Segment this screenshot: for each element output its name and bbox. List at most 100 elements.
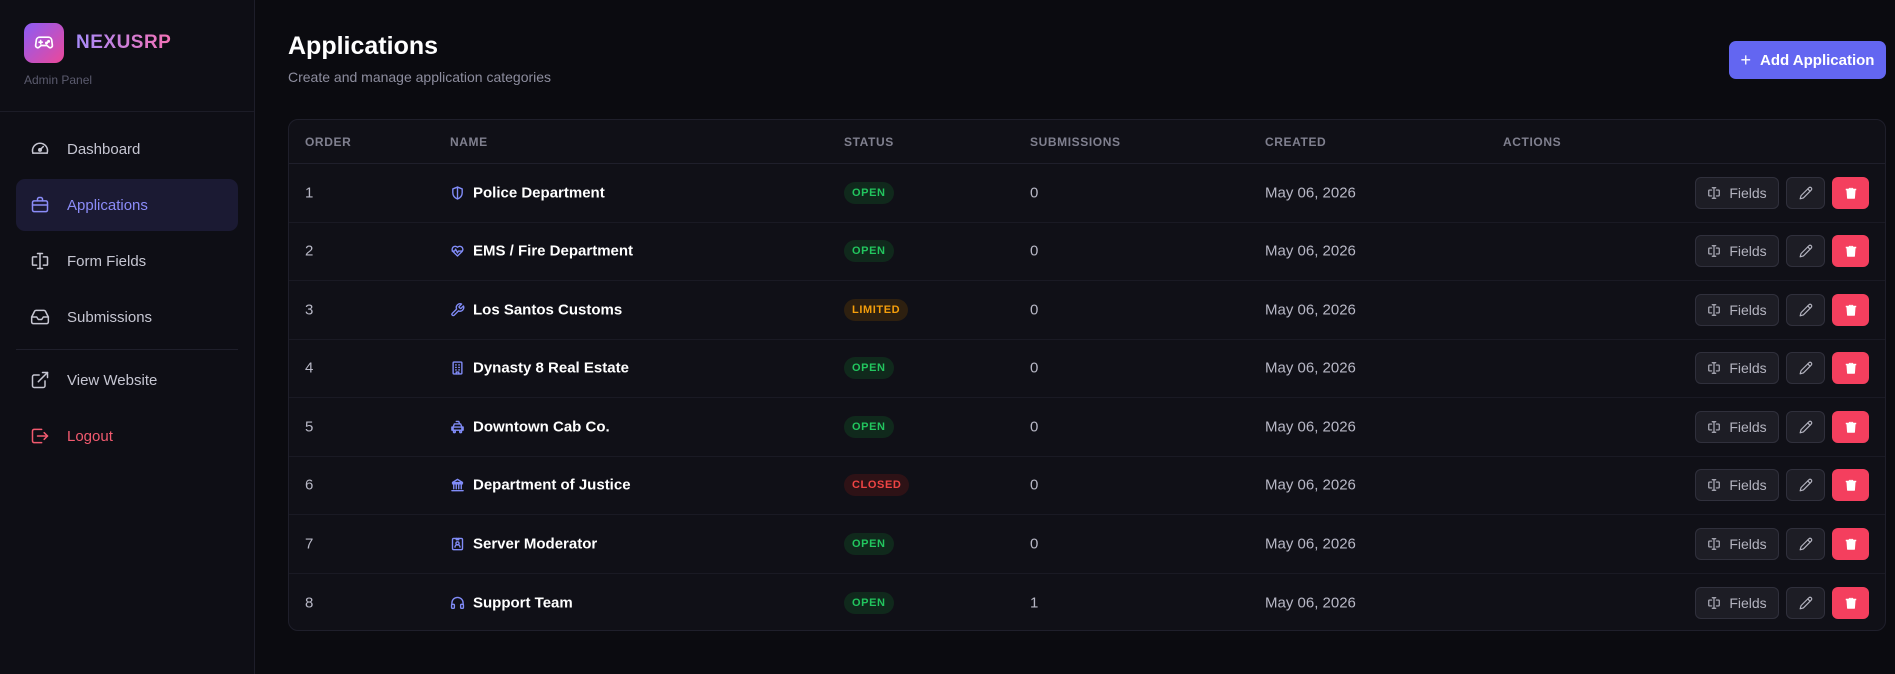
row-status: OPEN bbox=[844, 357, 894, 380]
row-order: 7 bbox=[305, 535, 314, 553]
edit-button[interactable] bbox=[1786, 235, 1825, 268]
column-header-status: STATUS bbox=[844, 135, 894, 149]
row-name-label: Downtown Cab Co. bbox=[473, 418, 610, 436]
pencil-icon bbox=[1799, 596, 1812, 610]
pencil-icon bbox=[1799, 303, 1812, 317]
fields-button[interactable]: Fields bbox=[1695, 293, 1779, 326]
delete-button[interactable] bbox=[1832, 293, 1869, 326]
row-submissions: 1 bbox=[1030, 594, 1039, 612]
trash-icon bbox=[1845, 246, 1856, 257]
trash-icon bbox=[1845, 538, 1856, 550]
sidebar: NEXUSRP Admin Panel Dashboard Applicatio… bbox=[0, 0, 255, 674]
logout-icon bbox=[31, 428, 49, 444]
row-order: 1 bbox=[305, 184, 314, 202]
row-submissions: 0 bbox=[1030, 242, 1039, 260]
form-input-icon bbox=[1708, 186, 1721, 199]
row-status: OPEN bbox=[844, 415, 894, 438]
edit-button[interactable] bbox=[1786, 352, 1825, 385]
fields-button[interactable]: Fields bbox=[1695, 586, 1779, 619]
fields-button[interactable]: Fields bbox=[1695, 410, 1779, 443]
row-created: May 06, 2026 bbox=[1265, 594, 1356, 612]
building-icon bbox=[452, 361, 463, 375]
row-status: OPEN bbox=[844, 591, 894, 614]
delete-button[interactable] bbox=[1832, 235, 1869, 268]
row-submissions: 0 bbox=[1030, 418, 1039, 436]
row-name-label: Police Department bbox=[473, 184, 605, 202]
sidebar-item-view-website[interactable]: View Website bbox=[16, 354, 238, 406]
edit-button[interactable] bbox=[1786, 293, 1825, 326]
add-application-button[interactable]: + Add Application bbox=[1729, 41, 1886, 79]
table-row: 1 Police Department OPEN 0 May 06, 2026 Field… bbox=[289, 164, 1885, 223]
edit-button[interactable] bbox=[1786, 469, 1825, 502]
status-badge: CLOSED bbox=[844, 474, 910, 497]
table-row: 7 Server Moderator OPEN 0 May 06, 2026 Fields bbox=[289, 515, 1885, 574]
fields-button[interactable]: Fields bbox=[1695, 527, 1779, 560]
trash-icon bbox=[1845, 480, 1856, 491]
sidebar-item-logout[interactable]: Logout bbox=[16, 410, 238, 462]
edit-button[interactable] bbox=[1786, 176, 1825, 209]
table-header: ORDER NAME STATUS SUBMISSIONS CREATED AC… bbox=[289, 120, 1885, 164]
table-row: 8 Support Team OPEN 1 May 06, 2026 Fields bbox=[289, 574, 1885, 631]
delete-button[interactable] bbox=[1832, 469, 1869, 502]
status-badge: OPEN bbox=[844, 415, 894, 438]
sidebar-item-applications[interactable]: Applications bbox=[16, 179, 238, 231]
pencil-icon bbox=[1799, 537, 1812, 551]
row-order: 2 bbox=[305, 242, 314, 260]
delete-button[interactable] bbox=[1832, 527, 1869, 560]
edit-button[interactable] bbox=[1786, 410, 1825, 443]
form-input-icon bbox=[31, 252, 49, 270]
row-name: Support Team bbox=[450, 594, 573, 611]
row-name-label: Department of Justice bbox=[473, 476, 631, 494]
row-name: Los Santos Customs bbox=[450, 301, 622, 318]
delete-button[interactable] bbox=[1832, 352, 1869, 385]
status-badge: LIMITED bbox=[844, 298, 909, 321]
row-submissions: 0 bbox=[1030, 301, 1039, 319]
row-status: OPEN bbox=[844, 240, 894, 263]
pencil-icon bbox=[1799, 361, 1812, 375]
delete-button[interactable] bbox=[1832, 176, 1869, 209]
inbox-icon bbox=[30, 309, 50, 325]
table-row: 6 Department of Justice CLOSED 0 May 06, 202… bbox=[289, 457, 1885, 515]
sidebar-item-dashboard[interactable]: Dashboard bbox=[16, 123, 238, 175]
row-name: Downtown Cab Co. bbox=[450, 418, 610, 435]
fields-button[interactable]: Fields bbox=[1695, 469, 1779, 502]
add-application-label: Add Application bbox=[1760, 51, 1875, 69]
row-status: LIMITED bbox=[844, 298, 909, 321]
fields-button[interactable]: Fields bbox=[1695, 176, 1779, 209]
sidebar-item-submissions[interactable]: Submissions bbox=[16, 291, 238, 343]
edit-button[interactable] bbox=[1786, 527, 1825, 560]
row-status: OPEN bbox=[844, 532, 894, 555]
pencil-icon bbox=[1799, 244, 1812, 258]
row-actions: Fields bbox=[1695, 469, 1869, 502]
fields-button-label: Fields bbox=[1729, 418, 1767, 435]
row-name: Server Moderator bbox=[450, 535, 597, 552]
row-order: 4 bbox=[305, 359, 314, 377]
delete-button[interactable] bbox=[1832, 586, 1869, 619]
sidebar-item-label: View Website bbox=[67, 371, 158, 389]
page-title: Applications bbox=[288, 32, 439, 60]
sidebar-item-label: Dashboard bbox=[67, 140, 141, 158]
fields-button[interactable]: Fields bbox=[1695, 235, 1779, 268]
status-badge: OPEN bbox=[844, 357, 894, 380]
edit-button[interactable] bbox=[1786, 586, 1825, 619]
pencil-icon bbox=[1799, 186, 1812, 200]
row-actions: Fields bbox=[1695, 410, 1869, 443]
column-header-submissions: SUBMISSIONS bbox=[1030, 135, 1121, 149]
sidebar-item-form-fields[interactable]: Form Fields bbox=[16, 235, 238, 287]
form-input-icon bbox=[1708, 245, 1721, 258]
row-name-label: Dynasty 8 Real Estate bbox=[473, 359, 629, 377]
delete-button[interactable] bbox=[1832, 410, 1869, 443]
brand: NEXUSRP Admin Panel bbox=[0, 0, 254, 112]
row-order: 3 bbox=[305, 301, 314, 319]
column-header-order: ORDER bbox=[305, 135, 352, 149]
row-submissions: 0 bbox=[1030, 184, 1039, 202]
row-status: OPEN bbox=[844, 181, 894, 204]
table-row: 4 Dynasty 8 Real Estate OPEN 0 May 06, 2026 F… bbox=[289, 340, 1885, 398]
fields-button[interactable]: Fields bbox=[1695, 352, 1779, 385]
row-name: EMS / Fire Department bbox=[450, 243, 633, 260]
row-submissions: 0 bbox=[1030, 535, 1039, 553]
sidebar-item-label: Applications bbox=[67, 196, 148, 214]
row-actions: Fields bbox=[1695, 176, 1869, 209]
form-input-icon bbox=[1708, 596, 1721, 609]
row-name-label: Support Team bbox=[473, 594, 573, 612]
